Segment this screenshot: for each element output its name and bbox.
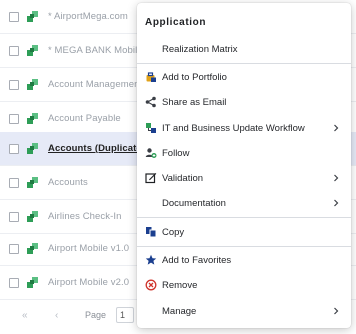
- menu-item-documentation[interactable]: Documentation: [137, 192, 351, 214]
- row-checkbox[interactable]: [9, 177, 19, 188]
- page-number-input[interactable]: 1: [116, 307, 134, 323]
- row-label: Account Management: [48, 79, 143, 90]
- chevron-right-icon: [334, 307, 339, 315]
- application-icon: [27, 211, 38, 222]
- row-label: Account Payable: [48, 113, 121, 124]
- menu-item-label: Validation: [162, 172, 204, 184]
- chevron-right-icon: [334, 174, 339, 182]
- application-icon: [27, 113, 38, 124]
- row-label[interactable]: Accounts (Duplicate): [48, 143, 145, 154]
- copy-icon: [145, 226, 157, 238]
- row-checkbox[interactable]: [9, 45, 19, 56]
- row-checkbox[interactable]: [9, 143, 19, 154]
- application-icon: [27, 45, 38, 56]
- menu-item-share-as-email[interactable]: Share as Email: [137, 91, 351, 113]
- menu-item-remove[interactable]: Remove: [137, 274, 351, 296]
- remove-icon: [145, 279, 157, 291]
- row-label: * MEGA BANK Mobile: [48, 45, 143, 56]
- menu-item-label: Add to Favorites: [162, 254, 232, 266]
- chevron-right-icon: [334, 199, 339, 207]
- menu-item-label: Manage: [162, 305, 197, 317]
- menu-item-label: Documentation: [162, 197, 226, 209]
- menu-item-label: Remove: [162, 279, 198, 291]
- page-label: Page: [85, 310, 107, 320]
- row-checkbox[interactable]: [9, 79, 19, 90]
- follow-icon: [145, 147, 157, 159]
- row-label: Airport Mobile v2.0: [48, 277, 130, 288]
- menu-divider: [137, 63, 351, 64]
- edit-check-icon: [145, 172, 157, 184]
- chevron-right-icon: [334, 124, 339, 132]
- menu-item-label: Follow: [162, 147, 190, 159]
- share-icon: [145, 96, 157, 108]
- application-icon: [27, 243, 38, 254]
- menu-item-follow[interactable]: Follow: [137, 142, 351, 164]
- previous-page-button[interactable]: ‹: [55, 310, 58, 321]
- workflow-icon: [145, 122, 157, 134]
- menu-item-realization-matrix[interactable]: Realization Matrix: [137, 38, 351, 60]
- menu-header: Application: [145, 17, 207, 28]
- menu-divider: [137, 217, 351, 218]
- menu-item-it-business-update-workflow[interactable]: IT and Business Update Workflow: [137, 117, 351, 139]
- row-checkbox[interactable]: [9, 243, 19, 254]
- first-page-button[interactable]: «: [22, 310, 28, 321]
- row-label: Airport Mobile v1.0: [48, 243, 130, 254]
- menu-item-copy[interactable]: Copy: [137, 221, 351, 243]
- row-label: Accounts: [48, 177, 88, 188]
- menu-divider: [137, 246, 351, 247]
- menu-item-label: Share as Email: [162, 96, 227, 108]
- row-label: Airlines Check-In: [48, 211, 122, 222]
- row-checkbox[interactable]: [9, 113, 19, 124]
- menu-item-add-to-favorites[interactable]: Add to Favorites: [137, 249, 351, 271]
- menu-item-label: Copy: [162, 226, 185, 238]
- menu-item-label: Add to Portfolio: [162, 71, 227, 83]
- application-icon: [27, 177, 38, 188]
- menu-item-add-to-portfolio[interactable]: Add to Portfolio: [137, 66, 351, 88]
- application-icon: [27, 143, 38, 154]
- row-checkbox[interactable]: [9, 211, 19, 222]
- row-checkbox[interactable]: [9, 277, 19, 288]
- menu-item-label: Realization Matrix: [162, 43, 238, 55]
- row-checkbox[interactable]: [9, 11, 19, 22]
- menu-item-manage[interactable]: Manage: [137, 300, 351, 322]
- application-icon: [27, 79, 38, 90]
- menu-item-validation[interactable]: Validation: [137, 167, 351, 189]
- briefcase-lock-icon: [145, 71, 157, 83]
- application-icon: [27, 11, 38, 22]
- menu-item-label: IT and Business Update Workflow: [162, 122, 305, 134]
- star-icon: [145, 254, 157, 266]
- context-menu: Application Realization Matrix Add to Po…: [137, 3, 351, 328]
- application-icon: [27, 277, 38, 288]
- row-label: * AirportMega.com: [48, 11, 128, 22]
